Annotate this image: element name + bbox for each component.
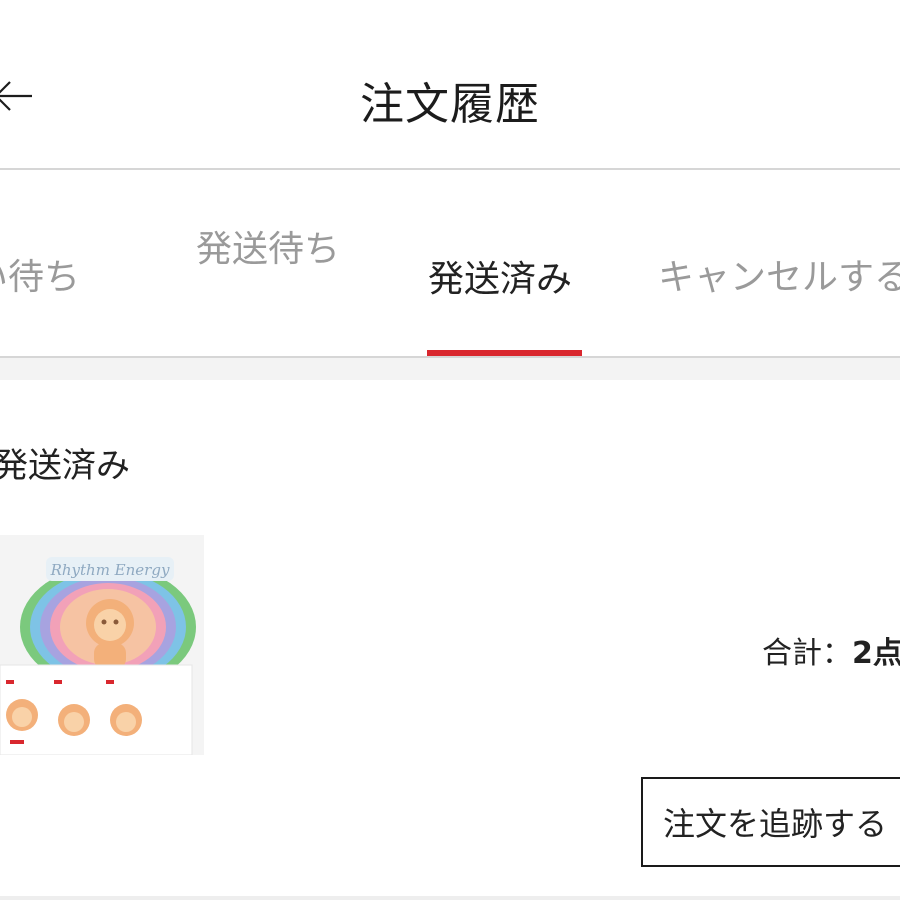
page-title: 注文履歴 [360, 79, 540, 130]
product-thumbnail[interactable]: Rhythm Energy [0, 535, 204, 756]
active-tab-indicator [427, 350, 582, 356]
order-history-page: 注文履歴 い待ち 発送待ち 発送済み キャンセルする 発送済み Rhythm E… [0, 0, 900, 900]
total-label: 合計： [762, 636, 852, 671]
tab-cancelled[interactable]: キャンセルする [658, 248, 900, 300]
tab-awaiting-shipment[interactable]: 発送待ち [196, 220, 340, 272]
tab-awaiting-payment[interactable]: い待ち [0, 248, 80, 300]
tab-shipped[interactable]: 発送済み [428, 250, 572, 302]
order-status-label: 発送済み [0, 446, 130, 486]
order-total: 合計：2点 [762, 628, 900, 672]
total-value: 2点 [852, 636, 900, 671]
section-gap [0, 358, 900, 380]
product-image: Rhythm Energy [0, 535, 204, 756]
product-title-text: Rhythm Energy [50, 561, 170, 579]
track-order-button[interactable]: 注文を追跡する [641, 777, 900, 867]
order-status-tabs: い待ち 発送待ち 発送済み キャンセルする [0, 170, 900, 358]
order-card[interactable]: 発送済み Rhythm Energy 合計：2点 注文を追跡する [0, 380, 900, 900]
header: 注文履歴 [0, 0, 900, 170]
bottom-divider [0, 896, 900, 900]
